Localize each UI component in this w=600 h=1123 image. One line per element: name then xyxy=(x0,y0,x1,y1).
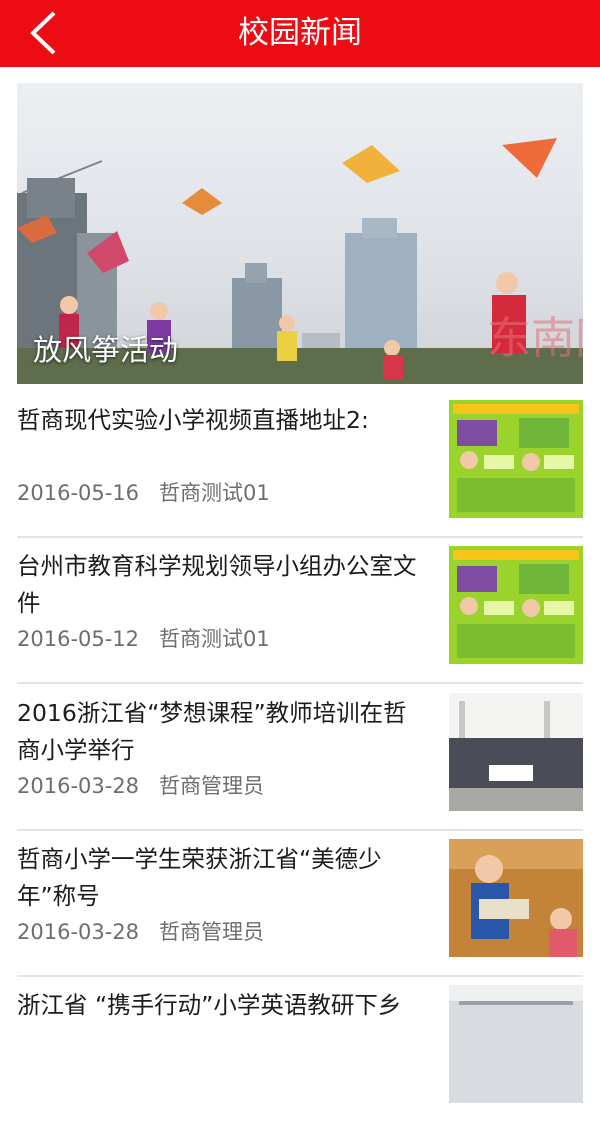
news-author: 哲商管理员 xyxy=(159,920,265,944)
news-meta: 2016-05-12 哲商测试01 xyxy=(17,624,270,654)
news-list-item[interactable]: 2016浙江省“梦想课程”教师培训在哲商小学举行 2016-03-28 哲商管理员 xyxy=(0,685,600,831)
news-thumbnail xyxy=(449,546,583,664)
featured-news-banner[interactable]: 东南网 放风筝活动 xyxy=(17,83,583,384)
news-thumbnail xyxy=(449,985,583,1103)
news-thumbnail xyxy=(449,400,583,518)
news-author: 哲商管理员 xyxy=(159,774,265,798)
news-author: 哲商测试01 xyxy=(159,627,270,651)
divider xyxy=(17,682,583,684)
news-title: 2016浙江省“梦想课程”教师培训在哲商小学举行 xyxy=(17,699,407,764)
news-author: 哲商测试01 xyxy=(159,481,270,505)
news-list-item[interactable]: 台州市教育科学规划领导小组办公室文件 2016-05-12 哲商测试01 xyxy=(0,538,600,684)
news-date: 2016-03-28 xyxy=(17,920,140,944)
news-date: 2016-05-12 xyxy=(17,627,140,651)
chevron-left-icon xyxy=(30,11,56,55)
news-title: 哲商小学一学生荣获浙江省“美德少年”称号 xyxy=(17,845,382,910)
news-thumbnail xyxy=(449,839,583,957)
page-title: 校园新闻 xyxy=(238,15,362,51)
news-list-item[interactable]: 哲商现代实验小学视频直播地址2: 2016-05-16 哲商测试01 xyxy=(0,392,600,538)
banner-caption: 放风筝活动 xyxy=(33,333,179,367)
app-header: 校园新闻 xyxy=(0,0,600,67)
news-list-item[interactable]: 浙江省 “携手行动”小学英语教研下乡 xyxy=(0,977,600,1123)
news-date: 2016-03-28 xyxy=(17,774,140,798)
news-title: 哲商现代实验小学视频直播地址2: xyxy=(17,406,369,434)
news-thumbnail xyxy=(449,693,583,811)
news-meta: 2016-03-28 哲商管理员 xyxy=(17,917,264,947)
news-title: 浙江省 “携手行动”小学英语教研下乡 xyxy=(17,991,402,1019)
news-title: 台州市教育科学规划领导小组办公室文件 xyxy=(17,552,417,617)
watermark-text: 东南网 xyxy=(487,313,583,364)
news-list-item[interactable]: 哲商小学一学生荣获浙江省“美德少年”称号 2016-03-28 哲商管理员 xyxy=(0,831,600,977)
news-meta: 2016-05-16 哲商测试01 xyxy=(17,478,270,508)
back-button[interactable] xyxy=(18,8,68,58)
news-date: 2016-05-16 xyxy=(17,481,140,505)
news-meta: 2016-03-28 哲商管理员 xyxy=(17,771,264,801)
